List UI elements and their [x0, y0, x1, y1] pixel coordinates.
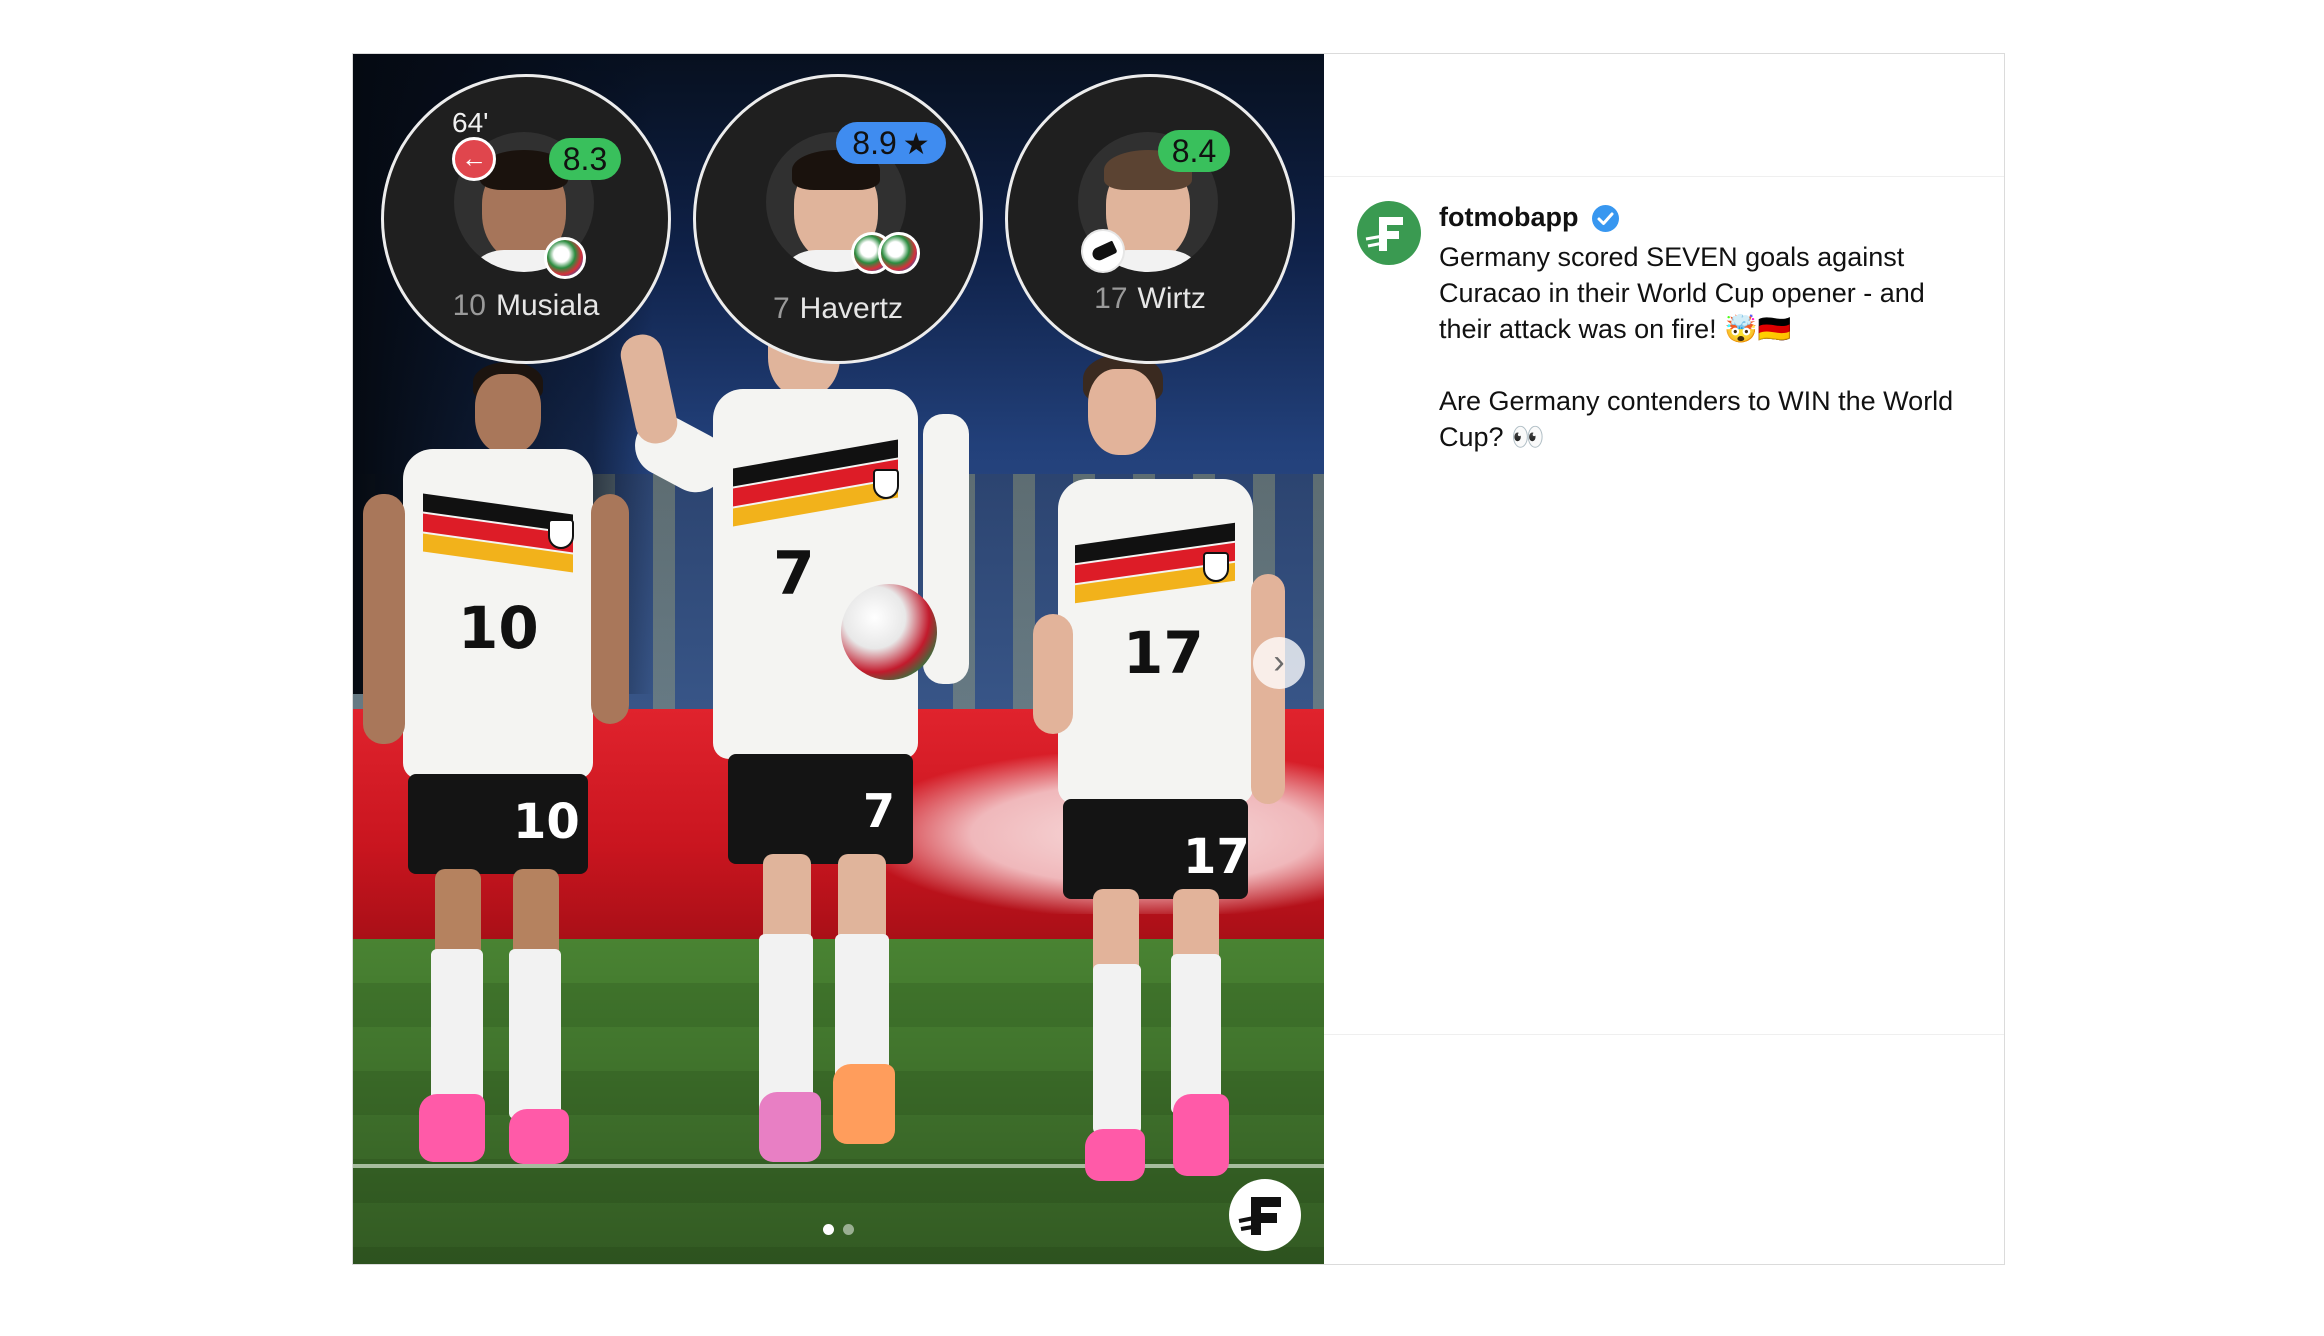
player-name: Havertz — [799, 292, 904, 325]
jersey-number: 10 — [458, 594, 539, 662]
player-number: 10 — [452, 289, 486, 322]
substitution-minute: 64' — [452, 107, 489, 138]
carousel-next-button[interactable]: › — [1253, 637, 1305, 689]
fotmob-watermark-logo — [1229, 1179, 1301, 1251]
player-number: 7 — [772, 292, 790, 325]
post-caption: Germany scored SEVEN goals against Curac… — [1439, 242, 1954, 452]
player-rating: 8.4 — [1158, 130, 1230, 172]
player-rating: 8.3 — [549, 138, 621, 180]
player-rating-card-musiala: 64' ← 8.3 10 Musiala — [381, 74, 671, 364]
assist-boot-icon — [1081, 229, 1125, 273]
instagram-post: 10 10 7 7 17 17 64' ← 8.3 10 Musiala 8.9… — [352, 53, 2005, 1265]
carousel-dots — [823, 1224, 863, 1236]
player-havertz: 7 7 — [617, 284, 1023, 1184]
player-musiala: 10 10 — [363, 354, 629, 1194]
goal-ball-icon — [544, 237, 586, 279]
match-ball — [841, 584, 937, 680]
carousel-dot-1[interactable] — [823, 1224, 834, 1235]
goal-ball-icon — [878, 232, 920, 274]
shorts-number: 17 — [1183, 829, 1250, 885]
player-rating: 8.9 — [852, 125, 897, 161]
divider — [1324, 1034, 2004, 1035]
verified-badge-icon — [1592, 205, 1619, 232]
player-label: 7 Havertz — [696, 292, 980, 326]
post-details-panel: fotmobapp Germany scored SEVEN goals aga… — [1324, 54, 2004, 1264]
player-rating-motm: 8.9 ★ — [836, 122, 946, 164]
carousel-dot-2[interactable] — [843, 1224, 854, 1235]
substituted-off-icon: ← — [452, 137, 496, 181]
username-link[interactable]: fotmobapp — [1439, 202, 1578, 233]
player-rating-card-havertz: 8.9 ★ 7 Havertz — [693, 74, 983, 364]
jersey-number: 7 — [773, 539, 815, 609]
player-label: 10 Musiala — [384, 289, 668, 323]
player-name: Musiala — [496, 289, 600, 322]
divider — [1324, 176, 2004, 177]
jersey-number: 17 — [1123, 619, 1204, 687]
player-wirtz: 17 17 — [1023, 324, 1285, 1204]
fotmob-avatar[interactable] — [1357, 201, 1421, 265]
player-name: Wirtz — [1137, 282, 1206, 315]
player-rating-card-wirtz: 8.4 17 Wirtz — [1005, 74, 1295, 364]
player-number: 17 — [1094, 282, 1128, 315]
star-icon: ★ — [902, 128, 930, 161]
shorts-number: 10 — [513, 794, 580, 850]
player-label: 17 Wirtz — [1008, 282, 1292, 316]
post-image[interactable]: 10 10 7 7 17 17 64' ← 8.3 10 Musiala 8.9… — [353, 54, 1324, 1264]
shorts-number: 7 — [863, 784, 896, 838]
